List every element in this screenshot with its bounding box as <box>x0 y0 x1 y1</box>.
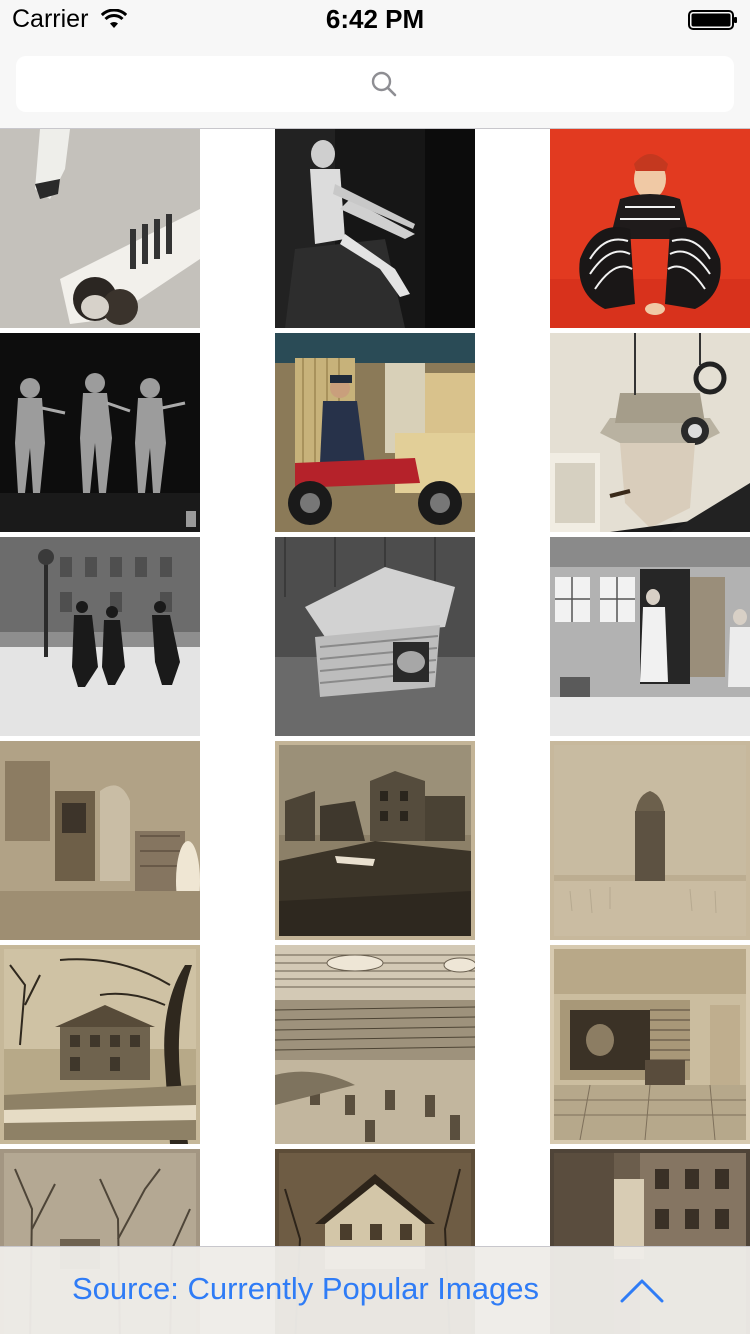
search-bar <box>0 40 750 129</box>
photo-grid <box>0 129 750 1334</box>
photo-cat-house[interactable] <box>275 537 475 736</box>
battery-icon <box>688 10 737 30</box>
photo-dancers[interactable] <box>0 333 200 532</box>
photo-stone-tower[interactable] <box>550 741 750 940</box>
photo-icon <box>275 129 475 328</box>
photo-motorcycle-rider[interactable] <box>275 333 475 532</box>
photo-icon <box>0 741 200 940</box>
search-field[interactable] <box>16 56 738 114</box>
photo-icon <box>550 945 750 1144</box>
status-bar: Carrier 6:42 PM <box>0 0 750 40</box>
photo-fireplace-sketch[interactable] <box>550 945 750 1144</box>
photo-interior-room[interactable] <box>0 741 200 940</box>
photo-engraved-landscape[interactable] <box>275 945 475 1144</box>
photo-icon <box>550 537 750 736</box>
photo-striped-costume[interactable] <box>550 129 750 328</box>
bottom-toolbar: Source: Currently Popular Images <box>0 1246 750 1334</box>
photo-icon <box>550 741 750 940</box>
photo-house-doorway[interactable] <box>550 537 750 736</box>
photo-icon <box>550 333 750 532</box>
photo-beach-women[interactable] <box>0 129 200 328</box>
photo-city-buildings[interactable] <box>275 741 475 940</box>
photo-icon <box>275 945 475 1144</box>
status-time: 6:42 PM <box>325 4 425 34</box>
photo-icon <box>550 129 750 328</box>
photo-icon <box>0 537 200 736</box>
photo-seated-figure[interactable] <box>275 129 475 328</box>
photo-tree-house[interactable] <box>0 945 200 1144</box>
search-icon <box>371 71 397 97</box>
photo-icon <box>275 333 475 532</box>
photo-icon <box>0 129 200 328</box>
photo-icon <box>275 537 475 736</box>
photo-icon <box>275 741 475 940</box>
photo-icon <box>0 945 200 1144</box>
photo-icon <box>0 333 200 532</box>
source-selector-button[interactable]: Source: Currently Popular Images <box>72 1271 539 1307</box>
photo-hat-contraption[interactable] <box>550 333 750 532</box>
chevron-up-icon[interactable] <box>620 1277 664 1303</box>
photo-snowy-street[interactable] <box>0 537 200 736</box>
app-screen: Carrier 6:42 PM Source: Currently Popula… <box>0 0 750 1334</box>
